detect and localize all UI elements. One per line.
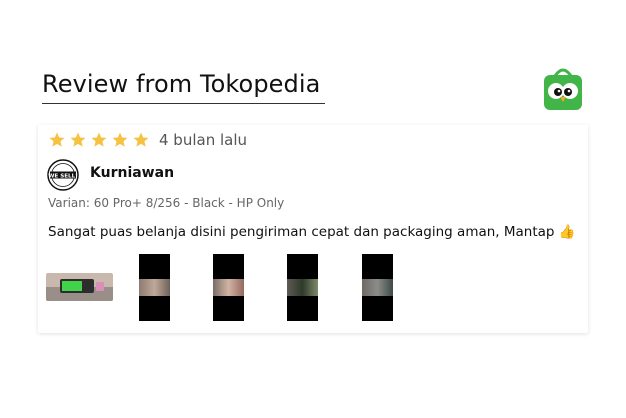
rating-row: 4 bulan lalu: [48, 129, 247, 151]
review-photo[interactable]: [46, 273, 113, 301]
tokopedia-logo-icon: [541, 66, 585, 112]
star-icon: [91, 132, 107, 147]
review-time: 4 bulan lalu: [159, 131, 248, 149]
avatar-text: WE SELL!: [48, 173, 77, 179]
review-photo[interactable]: [139, 254, 170, 321]
review-text: Sangat puas belanja disini pengiriman ce…: [48, 224, 576, 240]
review-photo[interactable]: [287, 254, 318, 321]
star-icon: [49, 132, 65, 147]
star-icon: [70, 132, 86, 147]
review-photo[interactable]: [213, 254, 244, 321]
page-title: Review from Tokopedia: [42, 70, 321, 98]
avatar: WE SELL!: [47, 159, 79, 191]
review-photo[interactable]: [362, 254, 393, 321]
product-variant: Varian: 60 Pro+ 8/256 - Black - HP Only: [48, 196, 285, 210]
star-icon: [133, 132, 149, 147]
title-underline: [42, 103, 325, 104]
reviewer-name: Kurniawan: [90, 165, 175, 181]
star-icon: [112, 132, 128, 147]
